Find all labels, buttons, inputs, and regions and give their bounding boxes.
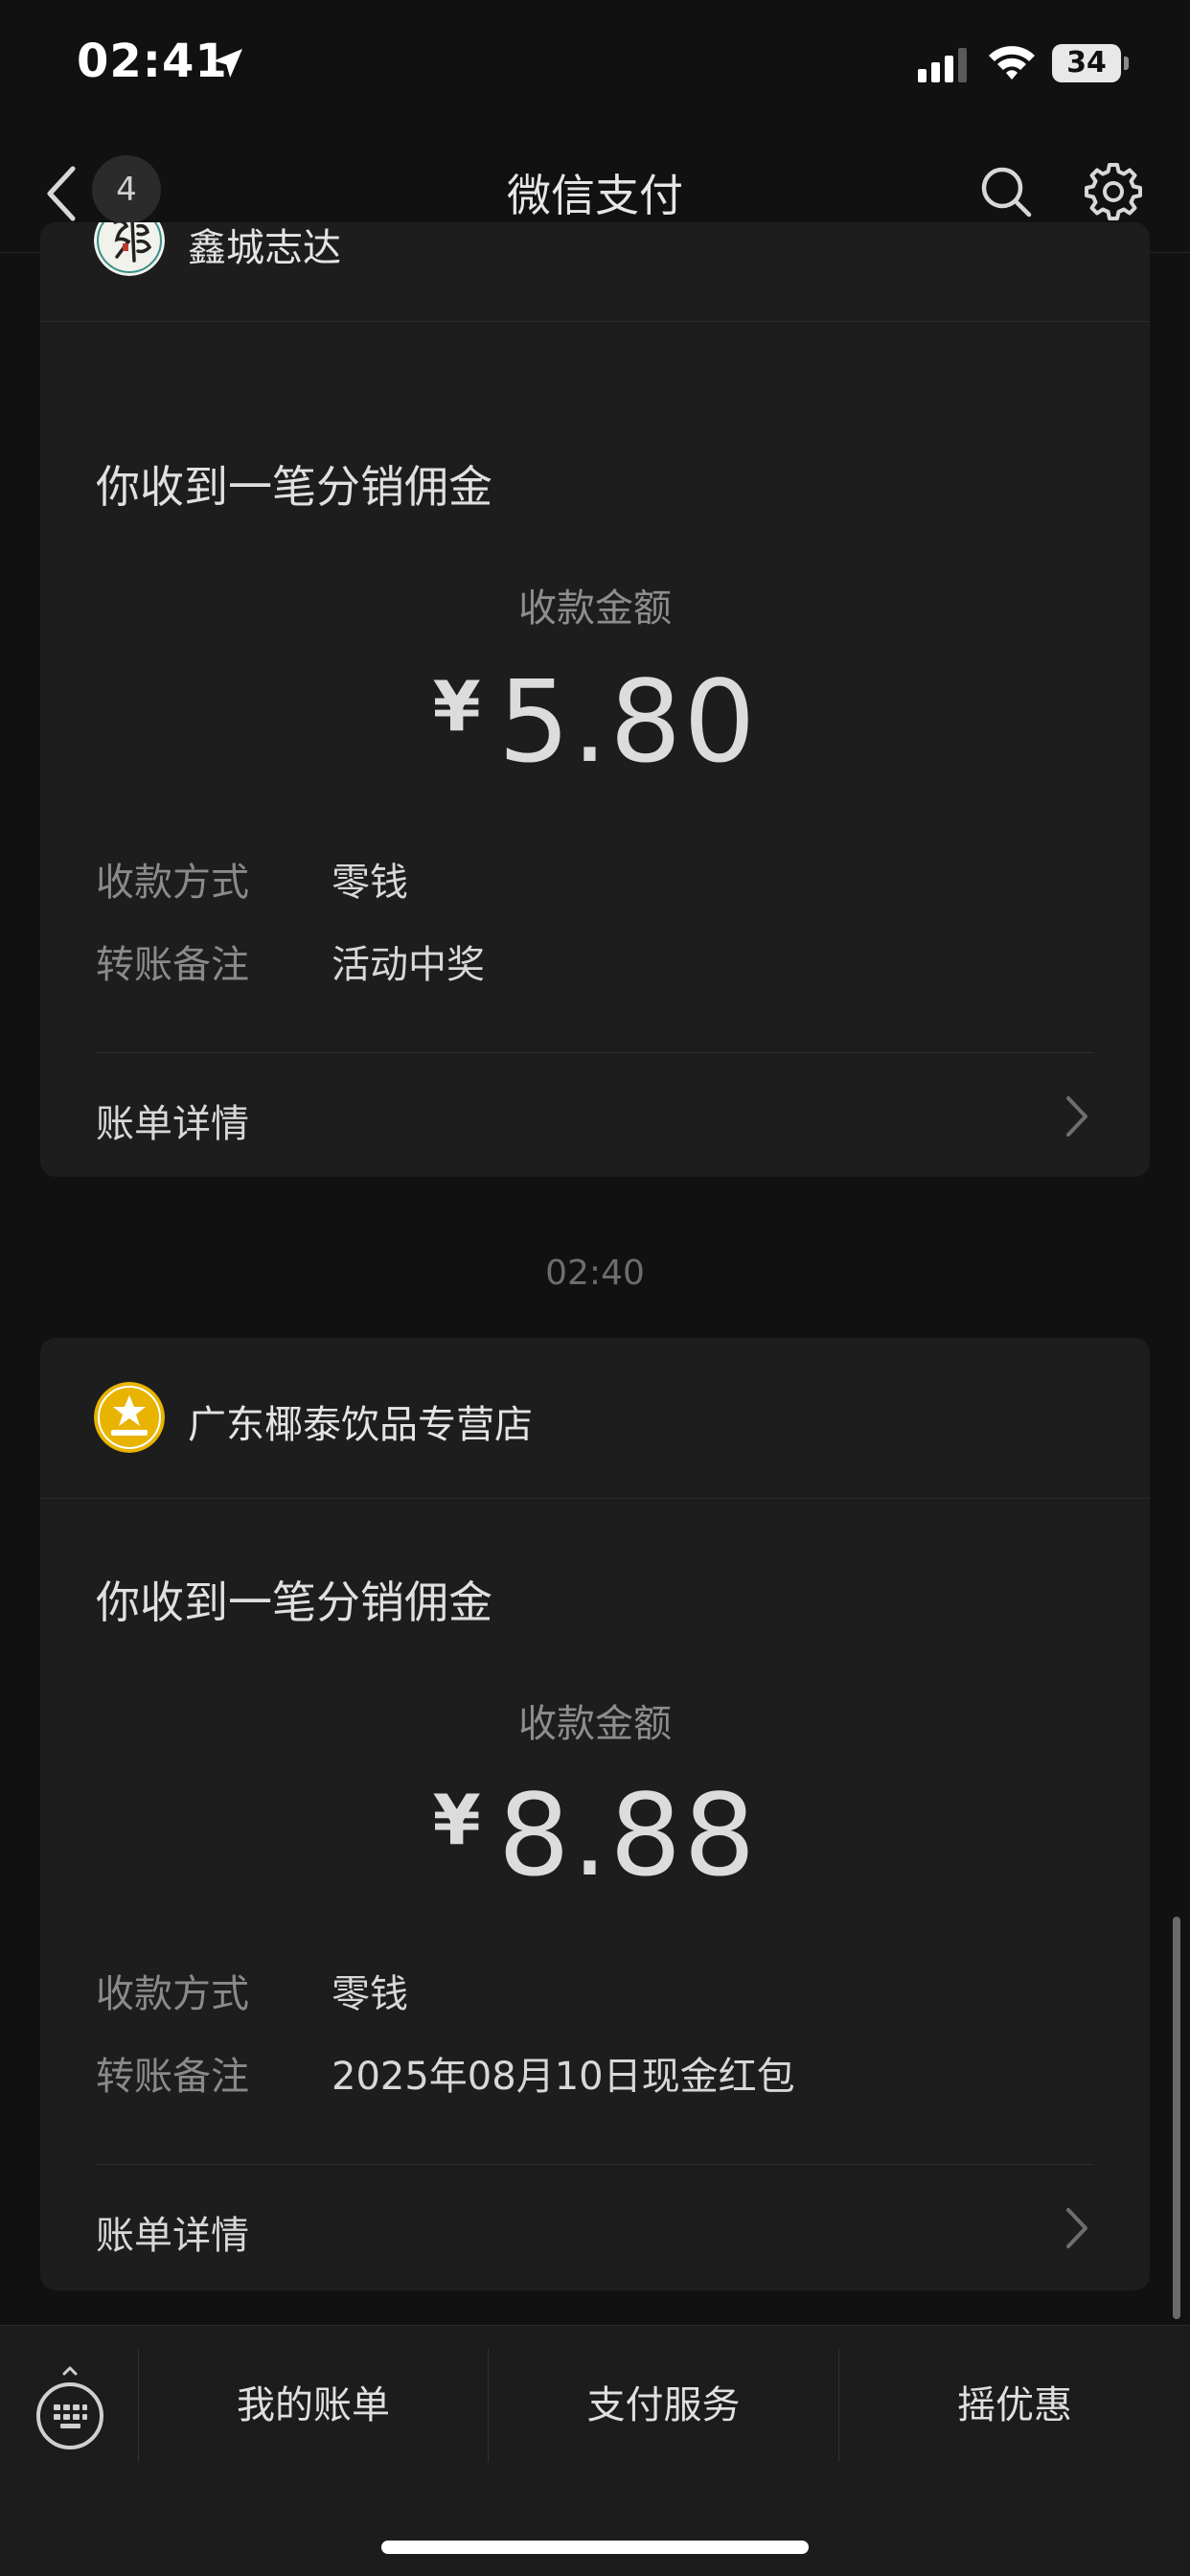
menu-item-payment-services[interactable]: 支付服务 <box>489 2326 838 2485</box>
amount-value: 5.80 <box>497 656 758 788</box>
card-header: 广东椰泰饮品专营店 <box>40 1338 1150 1499</box>
bottom-menu-bar: 我的账单 支付服务 摇优惠 <box>0 2325 1190 2576</box>
merchant-logo-icon <box>94 1382 165 1453</box>
cellular-signal-icon <box>918 48 967 82</box>
scrollbar[interactable] <box>1173 1917 1180 2319</box>
status-time: 02:41 <box>77 34 228 88</box>
status-bar: 02:41 34 <box>0 0 1190 134</box>
currency-symbol: ¥ <box>432 666 481 747</box>
bill-details-link[interactable]: 账单详情 <box>40 1052 1150 1177</box>
transfer-note-label: 转账备注 <box>96 943 249 987</box>
message-timestamp: 02:40 <box>545 1254 645 1293</box>
menu-item-shake-deals[interactable]: 摇优惠 <box>839 2326 1190 2485</box>
payment-method-value: 零钱 <box>332 1972 408 2016</box>
search-icon[interactable] <box>977 163 1035 220</box>
battery-tip <box>1124 57 1129 70</box>
transfer-note-value: 活动中奖 <box>332 943 485 987</box>
payment-method-value: 零钱 <box>332 861 408 905</box>
card-header: 鑫城志达 <box>40 222 1150 322</box>
notification-title: 你收到一笔分销佣金 <box>96 1576 492 1628</box>
bill-details-label: 账单详情 <box>96 2214 249 2258</box>
transfer-note-value: 2025年08月10日现金红包 <box>332 2055 795 2099</box>
gear-icon[interactable] <box>1083 161 1144 222</box>
wifi-icon <box>989 46 1035 80</box>
merchant-name: 鑫城志达 <box>188 226 341 270</box>
location-arrow-icon <box>214 49 242 78</box>
merchant-logo-icon <box>94 222 165 276</box>
bill-details-label: 账单详情 <box>96 1102 249 1146</box>
battery-indicator: 34 <box>1052 44 1129 82</box>
keyboard-icon[interactable] <box>34 2364 105 2450</box>
amount-value: 8.88 <box>497 1769 758 1901</box>
payment-method-label: 收款方式 <box>96 1972 249 2016</box>
amount-label: 收款金额 <box>518 1702 672 1746</box>
merchant-name: 广东椰泰饮品专营店 <box>188 1403 533 1447</box>
battery-level: 34 <box>1066 46 1107 80</box>
home-indicator[interactable] <box>381 2541 809 2554</box>
transfer-note-label: 转账备注 <box>96 2055 249 2099</box>
currency-symbol: ¥ <box>432 1780 481 1860</box>
wechat-pay-screen: 02:41 34 4 微信支付 鑫城志达 你收到一笔分销佣金 收款金额 ¥ 5.… <box>0 0 1190 2576</box>
payment-method-label: 收款方式 <box>96 861 249 905</box>
payment-card: 鑫城志达 你收到一笔分销佣金 收款金额 ¥5.80 收款方式 零钱 转账备注 活… <box>40 222 1150 1177</box>
payment-card: 广东椰泰饮品专营店 你收到一笔分销佣金 收款金额 ¥8.88 收款方式 零钱 转… <box>40 1338 1150 2290</box>
chevron-right-icon <box>1066 2208 1087 2248</box>
bill-details-link[interactable]: 账单详情 <box>40 2164 1150 2288</box>
amount-label: 收款金额 <box>518 586 672 631</box>
amount: ¥5.80 <box>40 656 1150 788</box>
chevron-right-icon <box>1066 1096 1087 1137</box>
notification-title: 你收到一笔分销佣金 <box>96 461 492 513</box>
amount: ¥8.88 <box>40 1769 1150 1901</box>
menu-item-my-bills[interactable]: 我的账单 <box>139 2326 488 2485</box>
